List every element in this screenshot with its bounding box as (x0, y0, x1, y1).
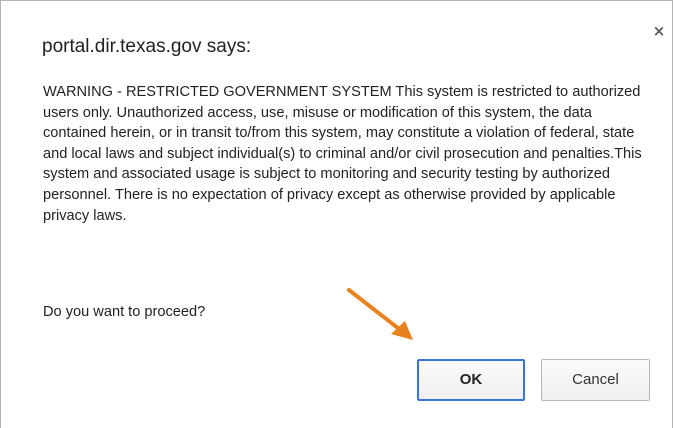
dialog-title: portal.dir.texas.gov says: (42, 36, 252, 57)
alert-dialog: × portal.dir.texas.gov says: WARNING - R… (0, 0, 673, 428)
arrow-icon (347, 288, 413, 340)
ok-button[interactable]: OK (417, 359, 525, 401)
cancel-button[interactable]: Cancel (541, 359, 650, 401)
close-icon[interactable]: × (649, 21, 669, 41)
warning-message: WARNING - RESTRICTED GOVERNMENT SYSTEM T… (43, 84, 642, 224)
proceed-prompt: Do you want to proceed? (43, 304, 206, 320)
